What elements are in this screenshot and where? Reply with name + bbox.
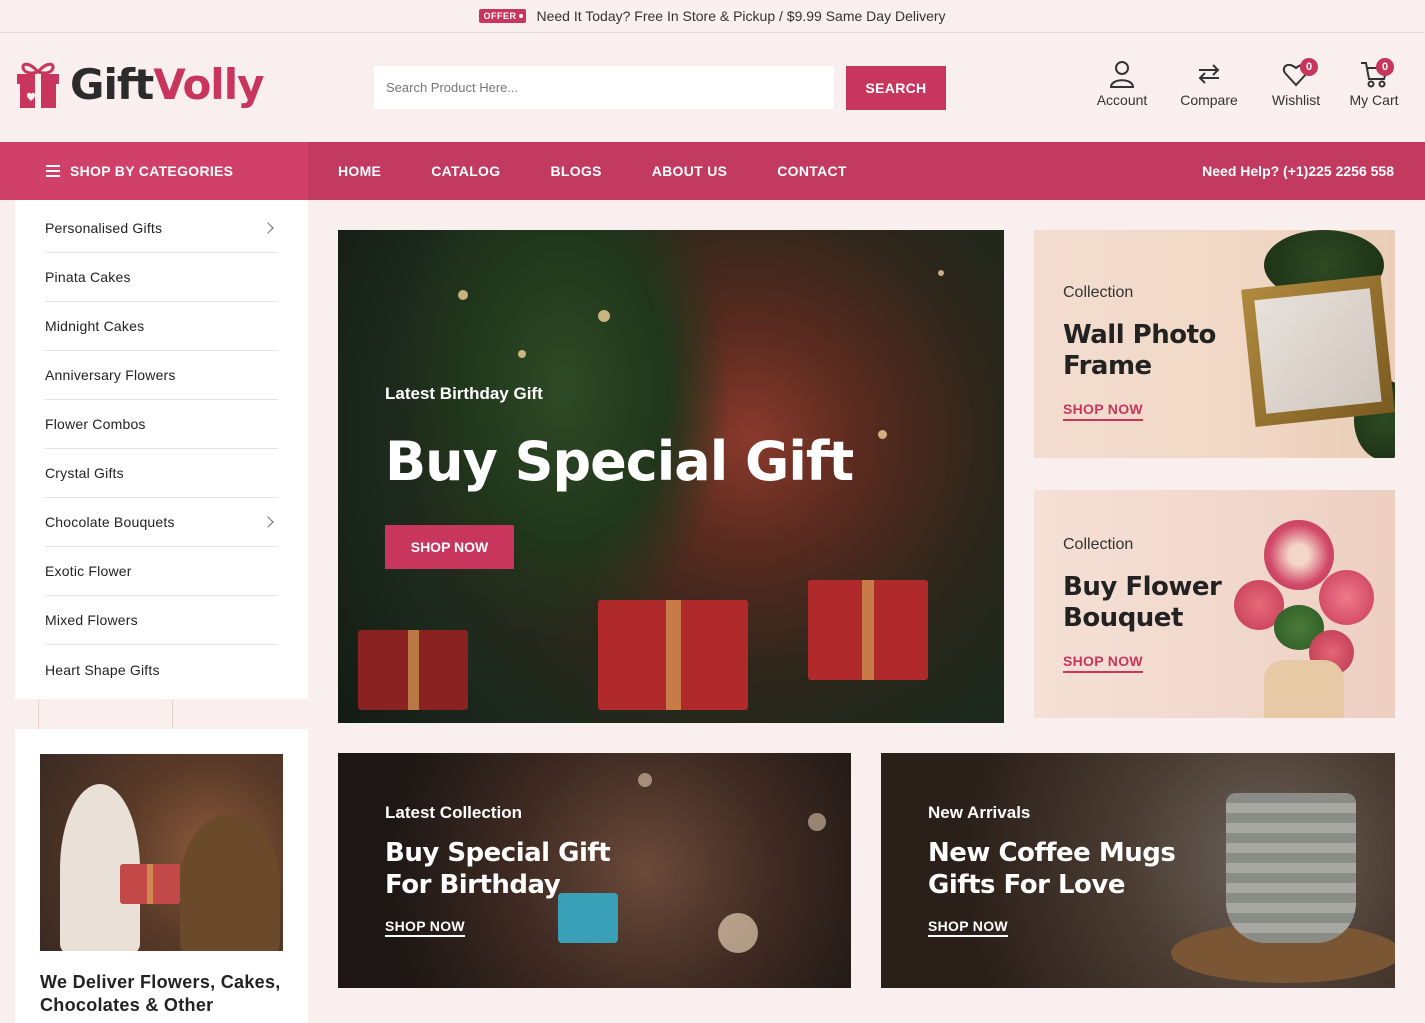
gift-box-icon xyxy=(14,58,62,110)
wall-photo-frame-banner[interactable]: Collection Wall Photo Frame SHOP NOW xyxy=(1034,230,1395,458)
banner-kicker: Collection xyxy=(1063,284,1134,301)
logo-wordmark: GiftVolly xyxy=(70,59,264,109)
gift-box-image xyxy=(598,600,748,710)
nav-links: HOME CATALOG BLOGS ABOUT US CONTACT xyxy=(338,142,897,200)
compare-label: Compare xyxy=(1180,92,1238,108)
account-button[interactable]: Account xyxy=(1093,60,1151,108)
flower-bouquet-banner[interactable]: Collection Buy Flower Bouquet SHOP NOW xyxy=(1034,490,1395,718)
category-item[interactable]: Personalised Gifts xyxy=(45,204,278,253)
category-menu: Personalised Gifts Pinata Cakes Midnight… xyxy=(15,200,308,699)
promo-title: Buy Special Gift For Birthday xyxy=(385,838,611,900)
family-gift-image xyxy=(40,754,283,951)
photo-frame-image xyxy=(1241,275,1395,427)
hero-banner[interactable]: Latest Birthday Gift Buy Special Gift SH… xyxy=(338,230,1004,723)
search-button[interactable]: SEARCH xyxy=(846,66,946,110)
shop-by-categories-button[interactable]: SHOP BY CATEGORIES xyxy=(0,142,308,200)
coffee-mugs-promo[interactable]: New Arrivals New Coffee Mugs Gifts For L… xyxy=(881,753,1395,988)
category-item[interactable]: Pinata Cakes xyxy=(45,253,278,302)
promo-shop-now-link[interactable]: SHOP NOW xyxy=(928,918,1008,937)
promo-title: New Coffee Mugs Gifts For Love xyxy=(928,838,1176,900)
chevron-right-icon xyxy=(262,516,274,528)
category-item[interactable]: Crystal Gifts xyxy=(45,449,278,498)
birthday-gift-promo[interactable]: Latest Collection Buy Special Gift For B… xyxy=(338,753,851,988)
wishlist-count-badge: 0 xyxy=(1300,58,1318,76)
help-phone[interactable]: Need Help? (+1)225 2256 558 xyxy=(1202,142,1394,200)
offer-bar: OFFER Need It Today? Free In Store & Pic… xyxy=(0,0,1425,33)
category-item[interactable]: Exotic Flower xyxy=(45,547,278,596)
hero-title: Buy Special Gift xyxy=(385,430,854,493)
bouquet-image xyxy=(1224,510,1384,718)
banner-shop-now-link[interactable]: SHOP NOW xyxy=(1063,653,1143,673)
chevron-right-icon xyxy=(262,222,274,234)
offer-message: Need It Today? Free In Store & Pickup / … xyxy=(536,8,946,24)
main-nav: SHOP BY CATEGORIES HOME CATALOG BLOGS AB… xyxy=(0,142,1425,200)
cart-button[interactable]: My Cart 0 xyxy=(1345,58,1403,108)
wishlist-button[interactable]: Wishlist 0 xyxy=(1267,58,1325,108)
category-item[interactable]: Chocolate Bouquets xyxy=(45,498,278,547)
delivery-heading: We Deliver Flowers, Cakes, Chocolates & … xyxy=(40,972,281,1015)
promo-kicker: Latest Collection xyxy=(385,803,522,822)
wishlist-label: Wishlist xyxy=(1271,92,1321,108)
category-item[interactable]: Anniversary Flowers xyxy=(45,351,278,400)
gift-box-image xyxy=(358,630,468,710)
promo-kicker: New Arrivals xyxy=(928,803,1031,822)
cart-label: My Cart xyxy=(1349,92,1399,108)
hero-shop-now-button[interactable]: SHOP NOW xyxy=(385,525,514,569)
banner-kicker: Collection xyxy=(1063,536,1134,553)
delivery-info-card: We Deliver Flowers, Cakes, Chocolates & … xyxy=(15,729,308,1023)
banner-shop-now-link[interactable]: SHOP NOW xyxy=(1063,401,1143,421)
categories-label: SHOP BY CATEGORIES xyxy=(70,163,234,179)
search-input[interactable] xyxy=(374,66,834,109)
banner-title: Buy Flower Bouquet xyxy=(1063,572,1222,633)
nav-contact[interactable]: CONTACT xyxy=(777,163,847,179)
hero-kicker: Latest Birthday Gift xyxy=(385,384,543,403)
banner-title: Wall Photo Frame xyxy=(1063,320,1216,381)
nav-about-us[interactable]: ABOUT US xyxy=(652,163,728,179)
background-decoration xyxy=(38,700,173,730)
gift-box-image xyxy=(808,580,928,680)
category-item[interactable]: Mixed Flowers xyxy=(45,596,278,645)
nav-home[interactable]: HOME xyxy=(338,163,381,179)
menu-icon xyxy=(46,162,60,180)
coffee-mug-image xyxy=(1226,793,1356,943)
user-icon xyxy=(1109,61,1135,88)
nav-blogs[interactable]: BLOGS xyxy=(550,163,601,179)
offer-tag: OFFER xyxy=(479,9,527,23)
promo-shop-now-link[interactable]: SHOP NOW xyxy=(385,918,465,937)
category-item[interactable]: Flower Combos xyxy=(45,400,278,449)
cart-count-badge: 0 xyxy=(1376,58,1394,76)
compare-button[interactable]: Compare xyxy=(1178,60,1240,108)
site-logo[interactable]: GiftVolly xyxy=(14,58,264,110)
compare-icon xyxy=(1198,64,1220,84)
category-item[interactable]: Midnight Cakes xyxy=(45,302,278,351)
nav-catalog[interactable]: CATALOG xyxy=(431,163,500,179)
account-label: Account xyxy=(1096,92,1148,108)
category-item[interactable]: Heart Shape Gifts xyxy=(45,645,278,694)
